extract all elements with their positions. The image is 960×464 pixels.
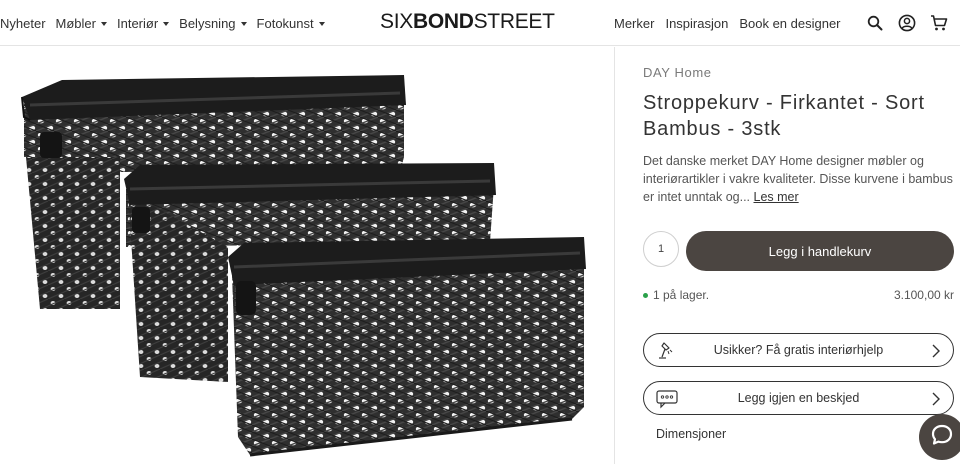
site-header: Nyheter Møbler Interiør Belysning Fotoku… — [0, 0, 960, 46]
logo-part-six: SIX — [380, 10, 413, 33]
caret-down-icon — [100, 21, 107, 26]
cart-icon[interactable] — [928, 12, 950, 34]
message-bubble-icon — [656, 389, 678, 409]
account-icon[interactable] — [896, 12, 918, 34]
product-description: Det danske merket DAY Home designer møbl… — [643, 152, 958, 206]
lamp-icon — [656, 341, 676, 361]
nav-item-mobler[interactable]: Møbler — [56, 16, 107, 31]
main-nav: Nyheter Møbler Interiør Belysning Fotoku… — [0, 0, 335, 46]
stock-text: 1 på lager. — [653, 288, 710, 302]
leave-message-button[interactable]: Legg igjen en beskjed — [643, 381, 954, 415]
caret-down-icon — [163, 21, 170, 26]
leave-message-label: Legg igjen en beskjed — [737, 391, 860, 405]
quantity-input[interactable]: 1 — [643, 231, 679, 267]
logo-part-bond: BOND — [412, 10, 474, 33]
dimensions-toggle[interactable]: Dimensjoner — [656, 427, 726, 441]
read-more-link[interactable]: Les mer — [754, 190, 799, 204]
chevron-right-icon — [931, 344, 941, 358]
nav-item-belysning[interactable]: Belysning — [179, 15, 247, 31]
header-icons — [854, 12, 950, 34]
interior-help-button[interactable]: Usikker? Få gratis interiørhjelp — [643, 333, 954, 367]
nav-item-inspirasjon[interactable]: Inspirasjon — [665, 16, 728, 31]
nav-item-book-designer[interactable]: Book en designer — [739, 16, 840, 31]
nav-item-merker[interactable]: Merker — [614, 16, 654, 31]
basket-small — [228, 237, 586, 457]
interior-help-label: Usikker? Få gratis interiørhjelp — [713, 343, 884, 357]
nav-item-fotokunst[interactable]: Fotokunst — [257, 16, 325, 31]
nav-item-label: Belysning — [179, 15, 236, 31]
nav-item-nyheter[interactable]: Nyheter — [0, 16, 46, 31]
nav-item-label: Fotokunst — [256, 15, 314, 31]
chat-bubble-icon — [930, 423, 954, 452]
product-price: 3.100,00 kr — [893, 288, 954, 302]
nav-item-label: Nyheter — [0, 15, 46, 31]
secondary-nav: Merker Inspirasjon Book en designer — [614, 0, 852, 46]
caret-down-icon — [240, 21, 247, 26]
search-icon[interactable] — [864, 12, 886, 34]
column-divider — [614, 47, 615, 464]
chevron-right-icon — [931, 392, 941, 406]
stock-status: 1 på lager. — [643, 288, 709, 302]
logo-part-street: STREET — [473, 10, 555, 33]
nav-item-label: Interiør — [116, 15, 159, 31]
site-logo[interactable]: SIXBONDSTREET — [380, 10, 555, 34]
chat-button[interactable] — [919, 414, 960, 460]
caret-down-icon — [318, 21, 325, 26]
in-stock-dot-icon — [643, 292, 648, 298]
add-to-cart-button[interactable]: Legg i handlekurv — [686, 231, 954, 271]
product-brand[interactable]: DAY Home — [643, 65, 712, 80]
product-image[interactable] — [0, 47, 614, 464]
nav-item-label: Møbler — [55, 15, 96, 31]
nav-item-interior[interactable]: Interiør — [116, 15, 170, 31]
product-title: Stroppekurv - Firkantet - Sort Bambus - … — [643, 92, 925, 140]
